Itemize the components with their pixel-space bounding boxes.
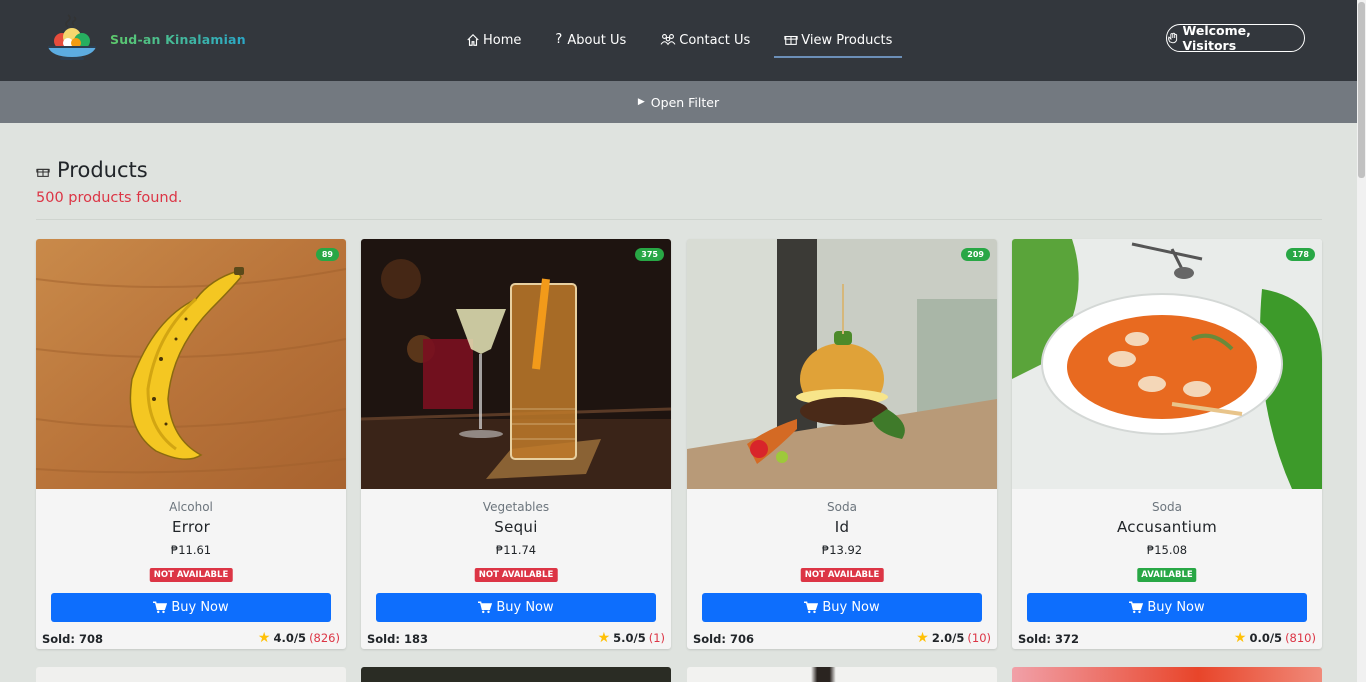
rating-count: (1) [648,631,665,645]
nav-about[interactable]: ? About Us [545,28,636,52]
product-price: ₱11.61 [170,543,212,557]
product-name[interactable]: Id [687,518,997,536]
product-card-peek[interactable] [1012,667,1322,682]
availability-badge: NOT AVAILABLE [474,568,558,582]
cart-icon [478,601,493,614]
filter-bar: ▶ Open Filter [0,81,1357,123]
stock-badge: 178 [1286,248,1315,261]
star-icon: ★ [597,630,611,646]
cart-icon [804,601,819,614]
top-navbar: Sud-an Kinalamian Home ? About Us Contac… [0,0,1357,81]
cart-icon [1129,601,1144,614]
buy-now-button[interactable]: Buy Now [1027,593,1307,622]
availability-badge: NOT AVAILABLE [149,568,233,582]
stock-badge: 209 [961,248,990,261]
product-image[interactable] [1012,239,1322,489]
product-name[interactable]: Accusantium [1012,518,1322,536]
rating-count: (10) [967,631,991,645]
stock-badge: 89 [315,248,339,261]
buy-now-button[interactable]: Buy Now [51,593,331,622]
buy-now-label: Buy Now [496,600,554,615]
product-category: Alcohol [169,500,213,514]
rating: ★ 0.0/5 (810) [1234,631,1316,645]
product-card-peek[interactable] [687,667,997,682]
hand-wave-icon [1168,32,1178,44]
star-icon: ★ [1233,630,1247,646]
product-price: ₱15.08 [1146,543,1188,557]
rating-count: (826) [309,631,340,645]
rating-score: 0.0/5 [1249,631,1283,645]
sold-count: Sold: 708 [42,632,103,646]
product-category: Soda [827,500,857,514]
product-card[interactable]: 178 Soda Accusantium ₱15.08 AVAILABLE Bu… [1012,239,1322,649]
buy-now-label: Buy Now [171,600,229,615]
brand-logo-icon [42,13,102,65]
product-price: ₱11.74 [495,543,537,557]
product-image[interactable] [36,239,346,489]
rating: ★ 5.0/5 (1) [598,631,665,645]
welcome-button[interactable]: Welcome, Visitors [1166,23,1305,53]
home-icon [467,33,479,46]
nav-contact-label: Contact Us [679,32,751,48]
product-category: Vegetables [482,500,550,514]
triangle-right-icon: ▶ [637,97,645,107]
availability-badge: AVAILABLE [1137,568,1197,582]
product-image[interactable] [361,239,671,489]
nav-home[interactable]: Home [456,28,531,52]
product-card[interactable]: 209 Soda Id ₱13.92 NOT AVAILABLE Buy Now… [687,239,997,649]
sold-count: Sold: 706 [693,632,754,646]
nav-view-products-label: View Products [801,32,893,48]
buy-now-button[interactable]: Buy Now [702,593,982,622]
product-card[interactable]: 375 Vegetables Sequi ₱11.74 NOT AVAILABL… [361,239,671,649]
rating-score: 4.0/5 [273,631,307,645]
brand-name: Sud-an Kinalamian [110,31,246,47]
scrollbar-thumb[interactable] [1358,2,1365,178]
rating-score: 5.0/5 [613,631,646,645]
welcome-label: Welcome, Visitors [1182,23,1251,53]
main-nav: Home ? About Us Contact Us View Products [456,28,916,58]
question-icon: ? [555,32,563,47]
divider [36,219,1322,220]
product-price: ₱13.92 [821,543,863,557]
star-icon: ★ [916,630,929,646]
buy-now-button[interactable]: Buy Now [376,593,656,622]
products-heading: Products [36,158,148,182]
product-category: Soda [1152,500,1182,514]
star-icon: ★ [257,630,271,646]
box-icon [784,35,798,45]
product-card-peek[interactable] [36,667,346,682]
rating: ★ 4.0/5 (826) [258,631,340,645]
nav-home-label: Home [483,32,522,48]
buy-now-label: Buy Now [1147,600,1205,615]
open-filter-label: Open Filter [650,94,720,110]
box-icon [36,168,50,177]
nav-view-products[interactable]: View Products [774,28,903,58]
open-filter-toggle[interactable]: ▶ Open Filter [638,95,719,110]
nav-about-label: About Us [567,32,627,48]
products-found-count: 500 products found. [36,190,183,206]
stock-badge: 375 [635,248,664,261]
page-title: Products [57,158,148,182]
nav-contact[interactable]: Contact Us [650,28,760,52]
product-card[interactable]: 89 Alcohol Error ₱11.61 NOT AVAILABLE Bu… [36,239,346,649]
rating-count: (810) [1285,631,1316,645]
product-name[interactable]: Sequi [361,518,671,536]
sold-count: Sold: 372 [1018,632,1079,646]
people-icon [660,34,676,46]
brand-link[interactable]: Sud-an Kinalamian [42,13,246,65]
rating: ★ 2.0/5 (10) [916,631,991,645]
product-name[interactable]: Error [36,518,346,536]
product-image[interactable] [687,239,997,489]
rating-score: 2.0/5 [931,631,965,645]
availability-badge: NOT AVAILABLE [800,568,884,582]
sold-count: Sold: 183 [367,632,428,646]
cart-icon [153,601,168,614]
product-card-peek[interactable] [361,667,671,682]
buy-now-label: Buy Now [822,600,880,615]
